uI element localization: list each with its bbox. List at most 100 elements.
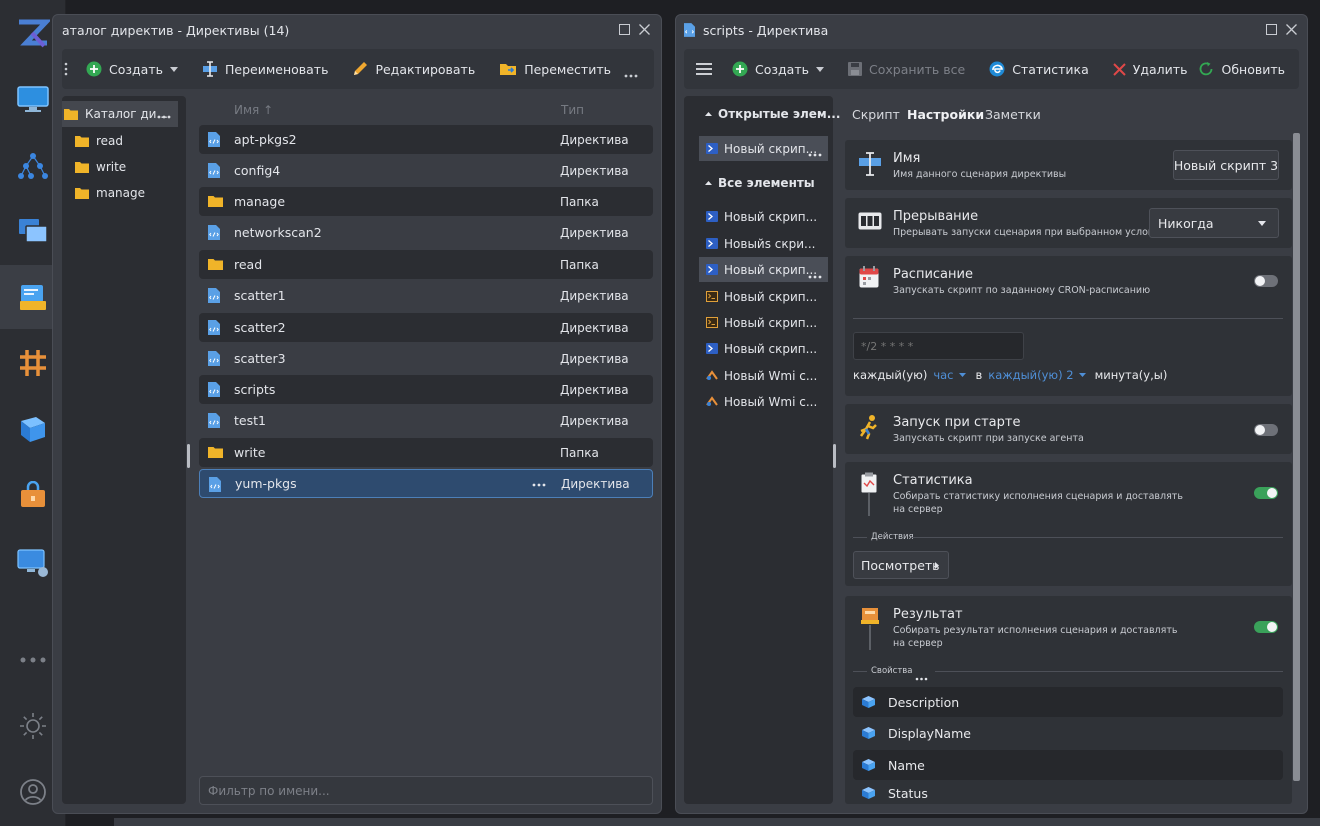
- close-icon[interactable]: [1286, 24, 1297, 38]
- toolbar-more-icon[interactable]: [624, 67, 638, 81]
- table-row[interactable]: test1 Директива: [199, 406, 653, 435]
- actions-label: Действия: [871, 532, 914, 542]
- delete-button[interactable]: Удалить: [1101, 49, 1200, 89]
- tree-item-manage[interactable]: manage: [75, 186, 145, 200]
- caret-down-icon: [958, 373, 966, 377]
- logo-icon: [19, 19, 50, 48]
- startup-toggle[interactable]: [1254, 424, 1278, 436]
- file-code-icon: [208, 225, 220, 240]
- property-row[interactable]: Description: [853, 687, 1283, 717]
- view-statistics-button[interactable]: Посмотреть: [853, 551, 949, 579]
- list-item-label: Новый скрип...: [724, 209, 818, 224]
- tab-settings[interactable]: Настройки: [907, 107, 984, 122]
- table-row[interactable]: scatter1 Директива: [199, 281, 653, 310]
- table-row[interactable]: scatter3 Директива: [199, 344, 653, 373]
- plus-circle-icon: [86, 61, 102, 77]
- property-row[interactable]: DisplayName: [853, 718, 1283, 748]
- setting-startup-card: Запуск при старте Запускать скрипт при з…: [845, 404, 1292, 454]
- schedule-toggle[interactable]: [1254, 275, 1278, 287]
- save-all-button[interactable]: Сохранить все: [836, 49, 977, 89]
- table-row[interactable]: config4 Директива: [199, 156, 653, 185]
- row-name: read: [234, 257, 263, 272]
- filter-input[interactable]: [199, 776, 653, 805]
- refresh-button[interactable]: Обновить: [1186, 49, 1297, 89]
- catalog-toolbar: Создать Переименовать Редактировать Пере…: [62, 49, 654, 89]
- create-button[interactable]: Создать: [724, 49, 836, 89]
- move-button[interactable]: Переместить: [487, 49, 623, 89]
- cron-input[interactable]: [853, 332, 1024, 360]
- close-icon[interactable]: [639, 24, 650, 38]
- folder-icon: [75, 188, 89, 199]
- save-disk-icon: [847, 62, 862, 76]
- tree-item-label: manage: [96, 186, 146, 200]
- row-more-icon[interactable]: [532, 476, 546, 491]
- folder-icon: [208, 196, 223, 207]
- list-item-more-icon[interactable]: [808, 268, 822, 282]
- cron-unit-select[interactable]: час: [933, 368, 966, 382]
- tab-script[interactable]: Скрипт: [852, 107, 900, 122]
- list-item-label: Новыйs скри...: [724, 236, 816, 251]
- group-open-elements[interactable]: Открытые элем...: [705, 107, 840, 121]
- splitter-handle[interactable]: [187, 444, 190, 468]
- props-more-icon[interactable]: [915, 670, 928, 684]
- tab-notes[interactable]: Заметки: [985, 107, 1041, 122]
- row-type: Папка: [560, 445, 599, 460]
- list-item[interactable]: Новый скрип...: [699, 204, 828, 229]
- table-row[interactable]: read Папка: [199, 250, 653, 279]
- table-row-selected[interactable]: yum-pkgs Директива: [199, 469, 653, 498]
- setting-statistics-title: Статистика: [893, 473, 973, 488]
- edit-button[interactable]: Редактировать: [340, 49, 487, 89]
- open-item-more-icon[interactable]: [808, 146, 822, 160]
- group-all-elements[interactable]: Все элементы: [705, 176, 815, 190]
- setting-startup-sub: Запускать скрипт при запуске агента: [893, 433, 1084, 444]
- table-row[interactable]: apt-pkgs2 Директива: [199, 125, 653, 154]
- list-item[interactable]: Новыйs скри...: [699, 231, 828, 256]
- column-header-name[interactable]: Имя ↑: [234, 103, 273, 117]
- interrupt-select[interactable]: Никогда: [1149, 208, 1279, 238]
- wmi-icon: [706, 396, 718, 406]
- menu-icon[interactable]: [62, 49, 76, 89]
- table-row[interactable]: scripts Директива: [199, 375, 653, 404]
- create-button[interactable]: Создать: [76, 49, 190, 89]
- table-row[interactable]: write Папка: [199, 438, 653, 467]
- directives-icon: [20, 285, 46, 310]
- table-row[interactable]: scatter2 Директива: [199, 313, 653, 342]
- actions-divider-left: [853, 537, 867, 538]
- folder-move-icon: [500, 64, 517, 75]
- setting-interrupt-title: Прерывание: [893, 209, 979, 224]
- elements-panel: [684, 96, 833, 804]
- tree-root-more-icon[interactable]: [157, 108, 171, 122]
- row-name: networkscan2: [234, 225, 322, 240]
- lock-briefcase-icon: [21, 481, 45, 507]
- list-item[interactable]: Новый скрип...: [699, 310, 828, 335]
- list-item-label: Новый скрип...: [724, 289, 818, 304]
- tree-item-read[interactable]: read: [75, 134, 123, 148]
- list-item[interactable]: Новый скрип...: [699, 284, 828, 309]
- property-row[interactable]: Name: [853, 750, 1283, 780]
- tree-item-root[interactable]: Каталог ди...: [64, 107, 168, 121]
- hamburger-menu-icon[interactable]: [684, 49, 724, 89]
- maximize-icon[interactable]: [1266, 24, 1277, 38]
- property-row[interactable]: Status: [853, 781, 1283, 805]
- create-label: Создать: [109, 61, 163, 77]
- splitter-handle[interactable]: [833, 444, 836, 468]
- list-item[interactable]: Новый Wmi с...: [699, 363, 828, 388]
- settings-scrollbar[interactable]: [1293, 133, 1300, 781]
- tree-item-write[interactable]: write: [75, 160, 126, 174]
- column-header-type[interactable]: Тип: [561, 103, 584, 117]
- directive-window-title: scripts - Директива: [703, 22, 829, 38]
- list-item[interactable]: Новый скрип...: [699, 336, 828, 361]
- list-item[interactable]: Новый Wmi с...: [699, 389, 828, 414]
- bottom-scroll-strip[interactable]: [114, 818, 1320, 826]
- result-toggle[interactable]: [1254, 621, 1278, 633]
- table-row[interactable]: networkscan2 Директива: [199, 218, 653, 247]
- cron-minute-select[interactable]: каждый(ую) 2: [988, 368, 1086, 382]
- statistics-button[interactable]: Статистика: [977, 49, 1101, 89]
- name-value-field[interactable]: Новый скрипт 3: [1173, 150, 1279, 180]
- statistics-toggle[interactable]: [1254, 487, 1278, 499]
- rename-cursor-icon: [202, 61, 217, 77]
- file-code-icon: [208, 382, 220, 397]
- table-row[interactable]: manage Папка: [199, 187, 653, 216]
- maximize-icon[interactable]: [619, 24, 630, 38]
- rename-button[interactable]: Переименовать: [190, 49, 340, 89]
